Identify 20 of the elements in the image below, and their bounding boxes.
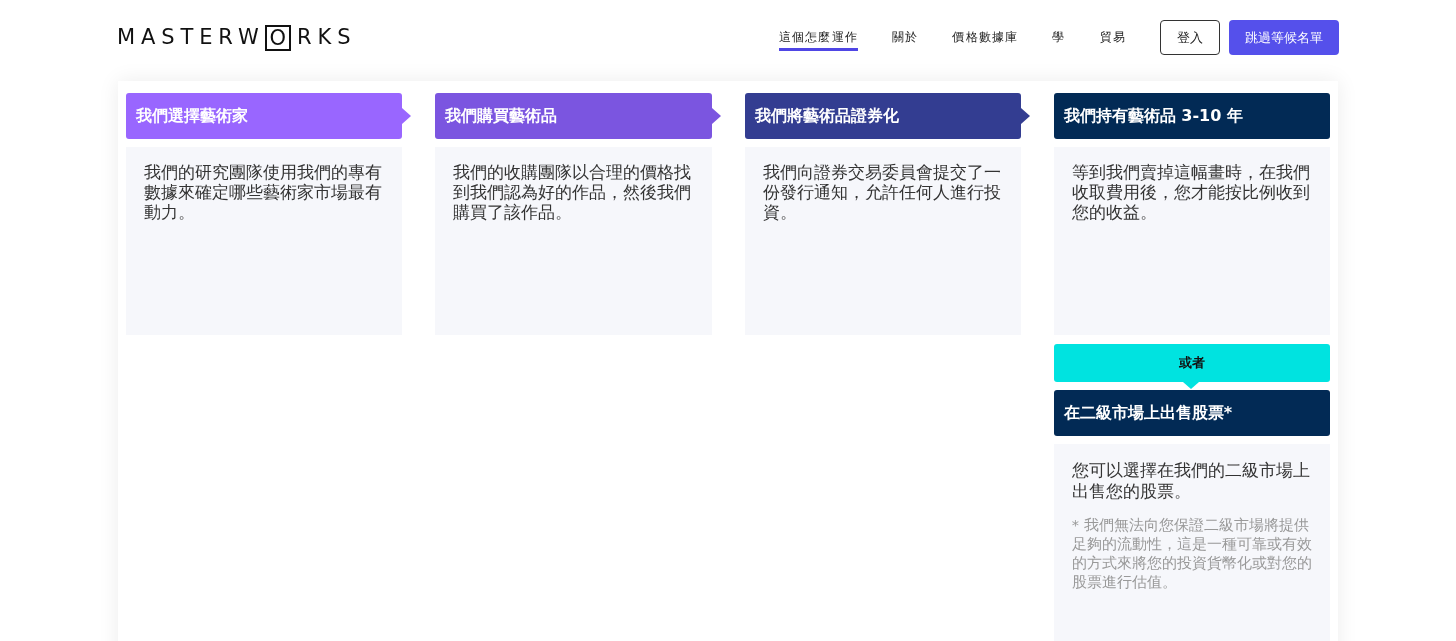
nav-link[interactable]: 貿易: [1099, 24, 1126, 51]
step-description: 我們的收購團隊以合理的價格找到我們認為好的作品，然後我們購買了該作品。: [453, 163, 693, 223]
step-title: 我們持有藝術品 3-10 年: [1063, 105, 1243, 127]
step-title: 在二級市場上出售股票*: [1063, 402, 1233, 424]
footnote: * 我們無法向您保證二級市場將提供足夠的流動性，這是一種可靠或有效的方式來將您的投資貨幣化或對您的股票進行估值。: [1071, 516, 1312, 592]
waitlist-button[interactable]: 跳過等候名單: [1229, 20, 1339, 55]
or-label: 或者: [1178, 354, 1205, 373]
nav-link[interactable]: 關於: [892, 24, 919, 51]
step-title: 我們將藝術品證券化: [754, 105, 899, 127]
step-description: 您可以選擇在我們的二級市場上出售您的股票。: [1071, 460, 1311, 502]
nav-link[interactable]: 這個怎麼運作: [778, 24, 858, 51]
step-description: 等到我們賣掉這幅畫時，在我們收取費用後，您才能按比例收到您的收益。: [1071, 163, 1311, 223]
step-description: 我們的研究團隊使用我們的專有數據來確定哪些藝術家市場最有動力。: [144, 163, 383, 223]
step-title: 我們購買藝術品: [445, 105, 558, 127]
login-button[interactable]: 登入: [1160, 20, 1220, 55]
masterworks-logo[interactable]: MASTERW O RKS: [117, 21, 357, 54]
step-description: 我們向證券交易委員會提交了一份發行通知，允許任何人進行投資。: [762, 163, 1002, 223]
nav-link[interactable]: 價格數據庫: [952, 24, 1019, 51]
nav-link[interactable]: 學: [1052, 24, 1066, 51]
step-title: 我們選擇藝術家: [136, 105, 248, 127]
